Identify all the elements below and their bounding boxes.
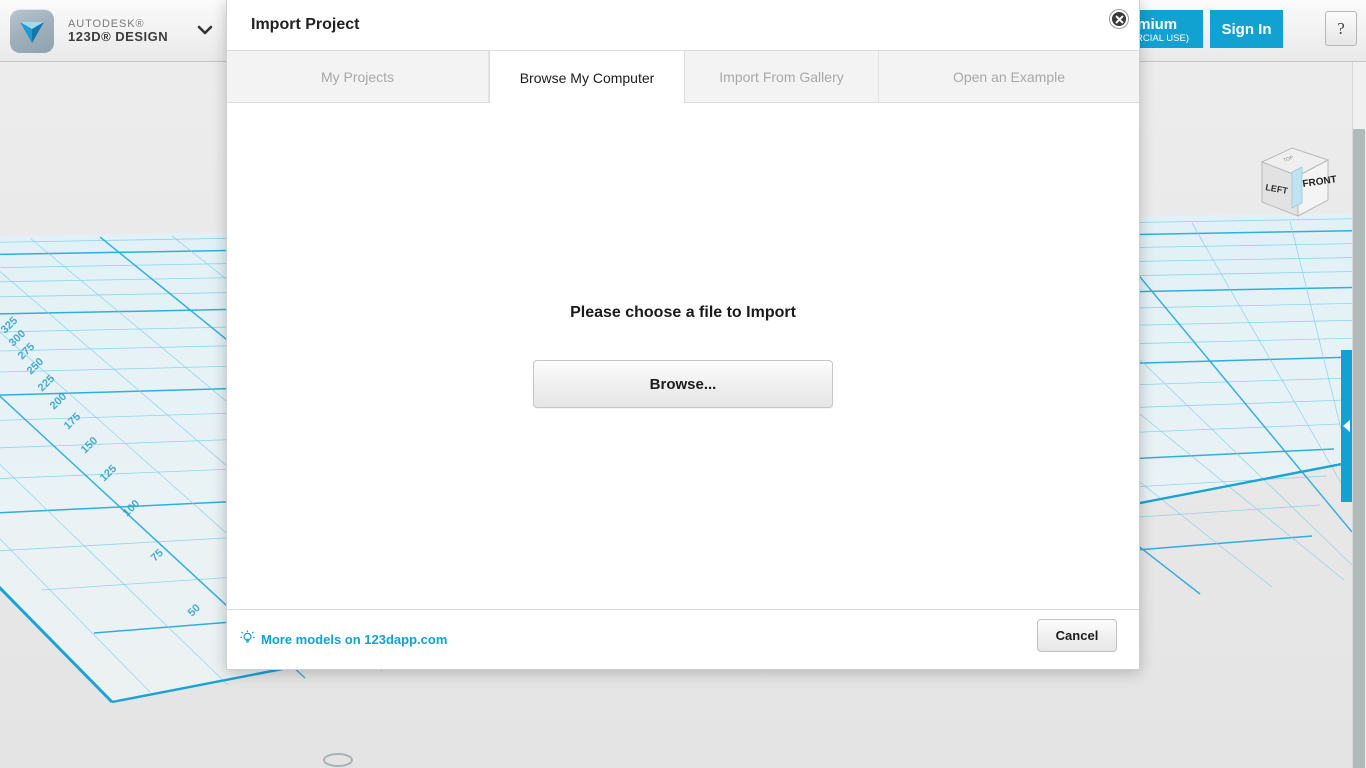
dialog-body: Please choose a file to Import Browse... [227,103,1139,610]
cancel-button[interactable]: Cancel [1037,619,1117,652]
lightbulb-icon [240,630,255,649]
import-project-dialog: Import Project My Projects Browse My Com… [226,0,1140,670]
brand-block[interactable]: AUTODESK® 123D® DESIGN [10,9,168,53]
app-root: 50 75 100 125 150 175 200 225 250 275 30… [0,0,1366,768]
tab-import-from-gallery[interactable]: Import From Gallery [685,51,879,102]
viewport-scrollbar-thumb[interactable] [1353,129,1365,768]
import-prompt: Please choose a file to Import [570,304,796,321]
dialog-header: Import Project [227,0,1139,51]
tab-label: My Projects [320,68,395,85]
close-icon[interactable] [1110,10,1128,28]
dialog-tabs: My Projects Browse My Computer Import Fr… [227,51,1139,104]
help-button[interactable]: ? [1325,11,1357,46]
sign-in-button[interactable]: Sign In [1210,10,1283,48]
view-cube[interactable]: LEFT FRONT TOP [1246,140,1338,228]
chevron-down-icon[interactable] [196,23,214,37]
viewport-scrollbar-track[interactable] [1352,62,1366,768]
triangle-left-icon [1343,420,1350,432]
dialog-footer: More models on 123dapp.com Cancel [227,610,1139,668]
dialog-title: Import Project [251,16,360,33]
tab-label: Import From Gallery [719,68,844,85]
tab-label: Open an Example [952,68,1066,85]
tab-browse-my-computer[interactable]: Browse My Computer [489,51,685,104]
tab-label: Browse My Computer [519,69,655,86]
brand-title: 123D® DESIGN [68,28,169,44]
tab-my-projects[interactable]: My Projects [227,51,489,102]
more-models-label: More models on 123dapp.com [261,632,448,647]
tab-open-an-example[interactable]: Open an Example [879,51,1139,102]
browse-button[interactable]: Browse... [533,360,833,408]
more-models-link[interactable]: More models on 123dapp.com [240,630,447,649]
panel-expand-tab[interactable] [1341,350,1352,502]
autodesk-123d-logo-icon [10,9,54,53]
